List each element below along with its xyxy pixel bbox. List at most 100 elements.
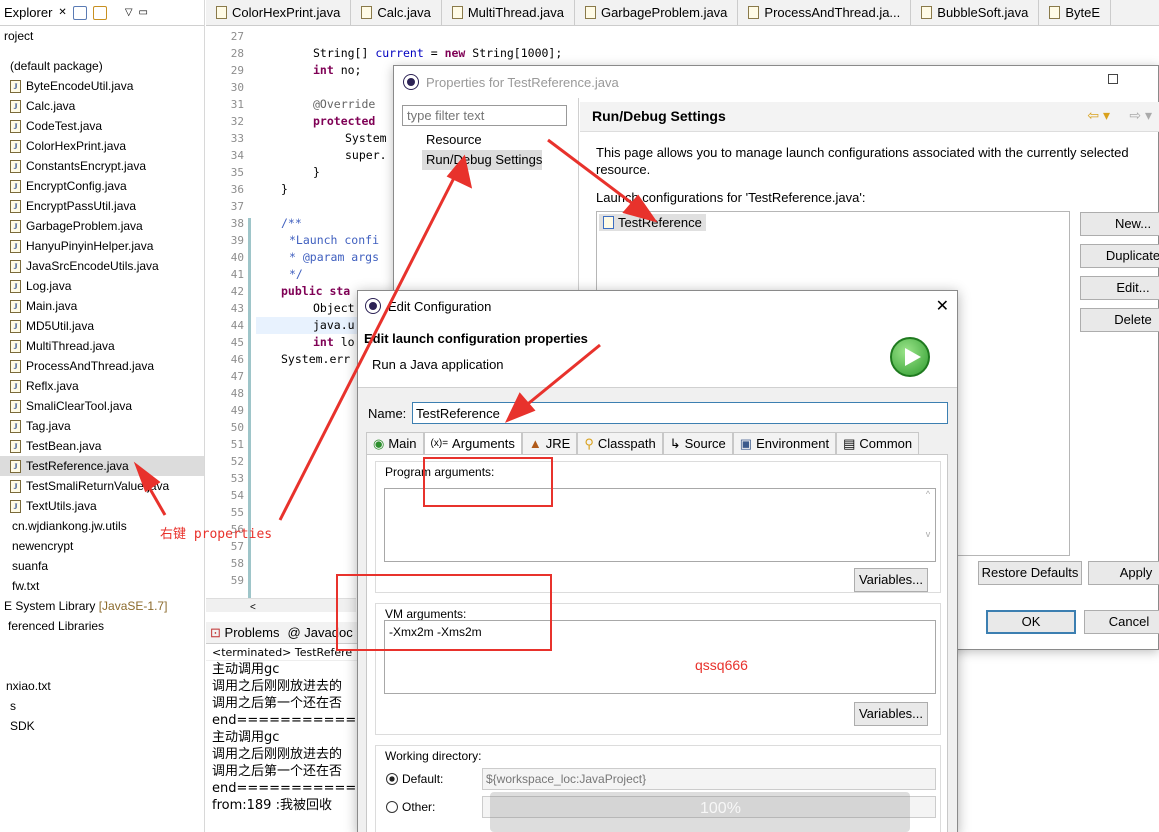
- default-directory-field: ${workspace_loc:JavaProject}: [482, 768, 936, 790]
- console-line: 主动调用gc: [212, 730, 280, 745]
- file-item[interactable]: J CodeTest.java: [0, 116, 204, 136]
- file-item[interactable]: J JavaSrcEncodeUtils.java: [0, 256, 204, 276]
- editor-tab[interactable]: BubbleSoft.java: [911, 0, 1040, 25]
- config-item[interactable]: TestReference: [599, 214, 706, 231]
- javadoc-tab[interactable]: @ Javadoc: [287, 625, 352, 640]
- tree-item[interactable]: s: [0, 696, 204, 716]
- problems-tab[interactable]: ⊡ Problems: [210, 625, 279, 641]
- forward-icon[interactable]: ⇨ ▾: [1129, 107, 1152, 124]
- link-editor-icon[interactable]: [92, 5, 107, 20]
- program-arguments-textarea[interactable]: ^ v: [384, 488, 936, 562]
- tab-environment[interactable]: ▣ Environment: [732, 432, 837, 454]
- tab-common[interactable]: ▤ Common: [836, 432, 920, 454]
- collapse-all-icon[interactable]: [72, 5, 87, 20]
- working-directory-label: Working directory:: [385, 749, 482, 763]
- jre-library-node[interactable]: E System Library [JavaSE-1.7]: [0, 596, 204, 616]
- other-radio[interactable]: Other:: [386, 800, 435, 814]
- file-item[interactable]: J ConstantsEncrypt.java: [0, 156, 204, 176]
- file-item[interactable]: J GarbageProblem.java: [0, 216, 204, 236]
- close-icon[interactable]: ✕: [936, 296, 949, 316]
- editor-tab[interactable]: Calc.java: [351, 0, 442, 25]
- file-item[interactable]: J ByteEncodeUtil.java: [0, 76, 204, 96]
- ok-button[interactable]: OK: [986, 610, 1076, 634]
- file-item-label: Tag.java: [26, 419, 71, 433]
- delete-button[interactable]: Delete: [1080, 308, 1159, 332]
- filter-input[interactable]: [402, 105, 567, 126]
- file-item[interactable]: J TestBean.java: [0, 436, 204, 456]
- file-item[interactable]: J Tag.java: [0, 416, 204, 436]
- vm-arguments-textarea[interactable]: -Xmx2m -Xms2m qssq666: [384, 620, 936, 694]
- file-item[interactable]: J EncryptPassUtil.java: [0, 196, 204, 216]
- file-item[interactable]: J ProcessAndThread.java: [0, 356, 204, 376]
- referenced-libraries-node[interactable]: ferenced Libraries: [0, 616, 204, 636]
- view-menu-icon[interactable]: ▽: [125, 7, 133, 18]
- default-radio[interactable]: Default:: [386, 772, 443, 786]
- file-item[interactable]: J Reflx.java: [0, 376, 204, 396]
- arguments-tab-icon: (x)=: [430, 437, 449, 449]
- file-item-label: MD5Util.java: [26, 319, 95, 333]
- editor-tab[interactable]: ProcessAndThread.ja...: [738, 0, 912, 25]
- nav-tree: Resource Run/Debug Settings: [422, 130, 543, 170]
- horizontal-scrollbar[interactable]: <: [206, 598, 356, 613]
- tree-item[interactable]: fw.txt: [0, 576, 204, 596]
- project-node[interactable]: roject: [0, 26, 204, 46]
- java-file-icon: J: [10, 219, 21, 233]
- line-number: 59: [230, 574, 244, 587]
- editor-tab[interactable]: ByteE: [1039, 0, 1112, 25]
- line-number: 38: [230, 217, 244, 230]
- edit-button[interactable]: Edit...: [1080, 276, 1159, 300]
- back-icon[interactable]: ⇦ ▾: [1087, 107, 1110, 124]
- file-item[interactable]: J SmaliClearTool.java: [0, 396, 204, 416]
- duplicate-button[interactable]: Duplicate: [1080, 244, 1159, 268]
- tree-item[interactable]: nxiao.txt: [0, 676, 204, 696]
- tab-main[interactable]: ◉ Main: [366, 432, 424, 454]
- zoom-toolbar-overlay[interactable]: 100%: [490, 792, 910, 832]
- tree-item[interactable]: SDK: [0, 716, 204, 736]
- program-variables-button[interactable]: Variables...: [854, 568, 928, 592]
- editor-tab-label: BubbleSoft.java: [937, 4, 1029, 20]
- file-item[interactable]: J Calc.java: [0, 96, 204, 116]
- java-file-icon: J: [10, 199, 21, 213]
- textarea-scrollbar[interactable]: ^ v: [921, 489, 935, 561]
- new-button[interactable]: New...: [1080, 212, 1159, 236]
- tab-arguments[interactable]: (x)= Arguments: [423, 432, 522, 454]
- file-item[interactable]: J Main.java: [0, 296, 204, 316]
- file-item[interactable]: J ColorHexPrint.java: [0, 136, 204, 156]
- line-number: 54: [230, 489, 244, 502]
- cancel-button[interactable]: Cancel: [1084, 610, 1159, 634]
- tab-source[interactable]: ↳ Source: [662, 432, 733, 454]
- scroll-left-icon[interactable]: <: [206, 602, 256, 613]
- file-item[interactable]: J HanyuPinyinHelper.java: [0, 236, 204, 256]
- name-input[interactable]: [412, 402, 948, 424]
- line-number: 30: [230, 81, 244, 94]
- tab-jre[interactable]: ▲ JRE: [521, 432, 578, 454]
- file-item[interactable]: J TestSmaliReturnValue.java: [0, 476, 204, 496]
- file-item-label: Reflx.java: [26, 379, 79, 393]
- file-item[interactable]: J MD5Util.java: [0, 316, 204, 336]
- package-node[interactable]: (default package): [0, 56, 204, 76]
- nav-item-run-debug[interactable]: Run/Debug Settings: [422, 150, 543, 170]
- maximize-icon[interactable]: [1108, 74, 1118, 84]
- file-item[interactable]: J TestReference.java: [0, 456, 204, 476]
- explorer-tab[interactable]: Explorer: [4, 5, 52, 20]
- close-icon[interactable]: ✕: [58, 7, 66, 18]
- line-number: 43: [230, 302, 244, 315]
- console-line: end==============: [212, 713, 366, 728]
- line-number: 42: [230, 285, 244, 298]
- editor-tab[interactable]: ColorHexPrint.java: [206, 0, 352, 25]
- apply-button[interactable]: Apply: [1088, 561, 1159, 585]
- java-file-icon: [216, 6, 227, 19]
- vm-variables-button[interactable]: Variables...: [854, 702, 928, 726]
- file-item[interactable]: J TextUtils.java: [0, 496, 204, 516]
- minimize-icon[interactable]: ▭: [139, 7, 148, 18]
- editor-tab[interactable]: GarbageProblem.java: [575, 0, 739, 25]
- tab-classpath[interactable]: ⚲ Classpath: [577, 432, 663, 454]
- nav-item-resource[interactable]: Resource: [422, 130, 542, 150]
- restore-defaults-button[interactable]: Restore Defaults: [978, 561, 1082, 585]
- file-item[interactable]: J MultiThread.java: [0, 336, 204, 356]
- tree-item[interactable]: suanfa: [0, 556, 204, 576]
- editor-tab[interactable]: MultiThread.java: [442, 0, 575, 25]
- file-item[interactable]: J EncryptConfig.java: [0, 176, 204, 196]
- file-item[interactable]: J Log.java: [0, 276, 204, 296]
- referenced-label: ferenced Libraries: [8, 619, 105, 633]
